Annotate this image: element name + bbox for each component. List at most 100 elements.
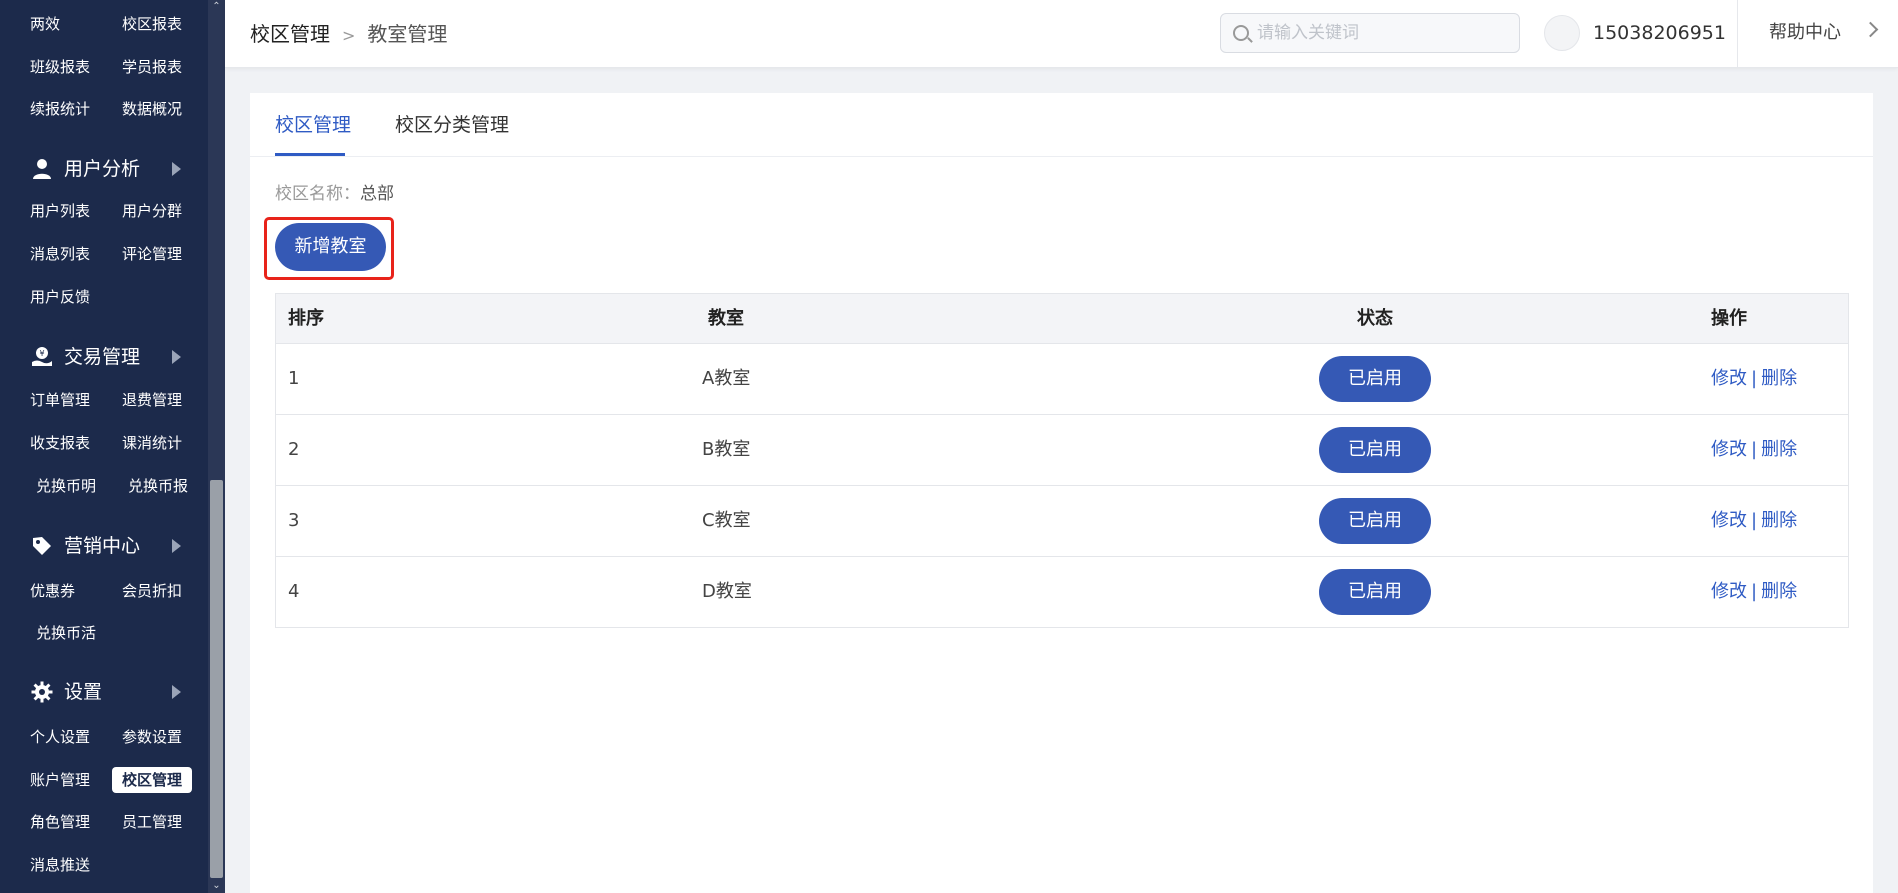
delete-link[interactable]: 删除 [1761, 439, 1797, 460]
help-center-link[interactable]: 帮助中心 [1769, 19, 1841, 47]
tab-campus-category[interactable]: 校区分类管理 [395, 111, 509, 139]
sidebar-item-personal-settings[interactable]: 个人设置 [30, 724, 90, 750]
sidebar-row: 角色管理 员工管理 [0, 809, 208, 839]
sidebar-group-label: 用户分析 [64, 158, 141, 180]
action-separator: | [1751, 581, 1758, 602]
user-phone[interactable]: 15038206951 [1593, 19, 1726, 47]
chevron-right-icon[interactable] [1862, 21, 1879, 38]
sidebar-group-label: 交易管理 [64, 346, 141, 368]
sidebar-item-class-report[interactable]: 班级报表 [30, 54, 90, 80]
campus-name: 校区名称：总部 [275, 181, 394, 207]
sidebar-group-settings[interactable]: 设置 [0, 671, 208, 711]
sidebar-row: 用户列表 用户分群 [0, 198, 208, 228]
classroom-table: 排序 教室 状态 操作 1 A教室 已启用 修改 | 删除 2 B教室 已启用 修改… [275, 293, 1849, 628]
breadcrumb-item-campus[interactable]: 校区管理 [250, 22, 330, 46]
table-row: 3 C教室 已启用 修改 | 删除 [276, 486, 1848, 557]
sidebar-scrollbar[interactable]: ⌃ ⌄ [208, 0, 225, 893]
sidebar-row: 账户管理 校区管理 [0, 767, 208, 797]
sidebar-item-param-settings[interactable]: 参数设置 [122, 724, 182, 750]
scroll-up-icon[interactable]: ⌃ [208, 0, 225, 14]
sidebar-item-message-push[interactable]: 消息推送 [30, 852, 90, 878]
cell-actions: 修改 | 删除 [1711, 344, 1797, 414]
sidebar: 两效 校区报表 班级报表 学员报表 续报统计 数据概况 用户分析 用户列表 用户… [0, 0, 225, 893]
sidebar-item-order-manage[interactable]: 订单管理 [30, 387, 90, 413]
status-toggle-button[interactable]: 已启用 [1319, 356, 1431, 402]
sidebar-row: 兑换币活 [0, 620, 208, 650]
edit-link[interactable]: 修改 [1711, 510, 1747, 531]
cell-order: 3 [288, 510, 300, 531]
sidebar-row: 订单管理 退费管理 [0, 387, 208, 417]
sidebar-item-student-report[interactable]: 学员报表 [122, 54, 182, 80]
scroll-down-icon[interactable]: ⌄ [208, 879, 225, 893]
sidebar-row: 兑换币明 兑换币报 [0, 473, 208, 503]
status-toggle-button[interactable]: 已启用 [1319, 427, 1431, 473]
sidebar-item-consume-stats[interactable]: 课消统计 [122, 430, 182, 456]
table-row: 4 D教室 已启用 修改 | 删除 [276, 557, 1848, 628]
sidebar-item-income-report[interactable]: 收支报表 [30, 430, 90, 456]
status-toggle-button[interactable]: 已启用 [1319, 569, 1431, 615]
sidebar-item-user-segments[interactable]: 用户分群 [122, 198, 182, 224]
sidebar-item-comment-manage[interactable]: 评论管理 [122, 241, 182, 267]
scrollbar-thumb[interactable] [210, 480, 223, 878]
breadcrumb-separator-icon: > [342, 26, 356, 45]
sidebar-item-account-manage[interactable]: 账户管理 [30, 767, 90, 793]
cell-room: A教室 [702, 368, 751, 389]
sidebar-item-member-discount[interactable]: 会员折扣 [122, 578, 182, 604]
search-input[interactable] [1257, 20, 1507, 46]
sidebar-row: 班级报表 学员报表 [0, 54, 208, 84]
cell-order: 4 [288, 581, 300, 602]
sidebar-row: 续报统计 数据概况 [0, 96, 208, 126]
cell-order: 2 [288, 439, 300, 460]
sidebar-item-liangxiao[interactable]: 两效 [30, 11, 60, 37]
sidebar-item-coin-detail[interactable]: 兑换币明 [36, 473, 96, 499]
edit-link[interactable]: 修改 [1711, 368, 1747, 389]
sidebar-item-campus-report[interactable]: 校区报表 [122, 11, 182, 37]
tag-icon [33, 537, 51, 555]
sidebar-group-label: 设置 [64, 681, 103, 703]
action-separator: | [1751, 510, 1758, 531]
edit-link[interactable]: 修改 [1711, 581, 1747, 602]
sidebar-item-coin-activity[interactable]: 兑换币活 [36, 620, 96, 646]
search-icon [1233, 25, 1249, 41]
table-row: 2 B教室 已启用 修改 | 删除 [276, 415, 1848, 486]
sidebar-item-role-manage[interactable]: 角色管理 [30, 809, 90, 835]
sidebar-group-trade[interactable]: ¥ 交易管理 [0, 336, 208, 376]
caret-right-icon [172, 539, 181, 553]
sidebar-item-renewal-stats[interactable]: 续报统计 [30, 96, 90, 122]
sidebar-item-campus-manage[interactable]: 校区管理 [112, 767, 193, 793]
cell-room: D教室 [702, 581, 752, 602]
sidebar-item-refund-manage[interactable]: 退费管理 [122, 387, 182, 413]
campus-name-label: 校区名称： [275, 184, 360, 204]
sidebar-item-coin-report[interactable]: 兑换币报 [128, 473, 188, 499]
gear-icon [31, 681, 53, 703]
sidebar-row: 用户反馈 [0, 284, 208, 314]
avatar[interactable] [1544, 15, 1580, 51]
sidebar-item-message-list[interactable]: 消息列表 [30, 241, 90, 267]
cell-room: B教室 [702, 439, 751, 460]
caret-right-icon [172, 685, 181, 699]
delete-link[interactable]: 删除 [1761, 368, 1797, 389]
main-card: 校区管理 校区分类管理 校区名称：总部 新增教室 排序 教室 状态 操作 1 A… [250, 93, 1873, 893]
sidebar-item-staff-manage[interactable]: 员工管理 [122, 809, 182, 835]
add-classroom-button[interactable]: 新增教室 [275, 223, 386, 271]
sidebar-group-user-analysis[interactable]: 用户分析 [0, 148, 208, 188]
sidebar-item-coupon[interactable]: 优惠券 [30, 578, 75, 604]
search-box[interactable] [1220, 13, 1520, 53]
svg-text:¥: ¥ [39, 349, 44, 358]
delete-link[interactable]: 删除 [1761, 510, 1797, 531]
delete-link[interactable]: 删除 [1761, 581, 1797, 602]
sidebar-item-user-feedback[interactable]: 用户反馈 [30, 284, 90, 310]
edit-link[interactable]: 修改 [1711, 439, 1747, 460]
status-toggle-button[interactable]: 已启用 [1319, 498, 1431, 544]
top-header: 校区管理 > 教室管理 15038206951 帮助中心 [225, 0, 1898, 68]
action-separator: | [1751, 368, 1758, 389]
user-icon [33, 159, 51, 179]
caret-right-icon [172, 162, 181, 176]
money-hand-icon: ¥ [32, 347, 52, 366]
cell-order: 1 [288, 368, 300, 389]
column-header-room: 教室 [708, 308, 744, 329]
sidebar-item-data-overview[interactable]: 数据概况 [122, 96, 182, 122]
sidebar-item-user-list[interactable]: 用户列表 [30, 198, 90, 224]
sidebar-group-marketing[interactable]: 营销中心 [0, 525, 208, 565]
tab-campus-manage[interactable]: 校区管理 [275, 111, 351, 139]
